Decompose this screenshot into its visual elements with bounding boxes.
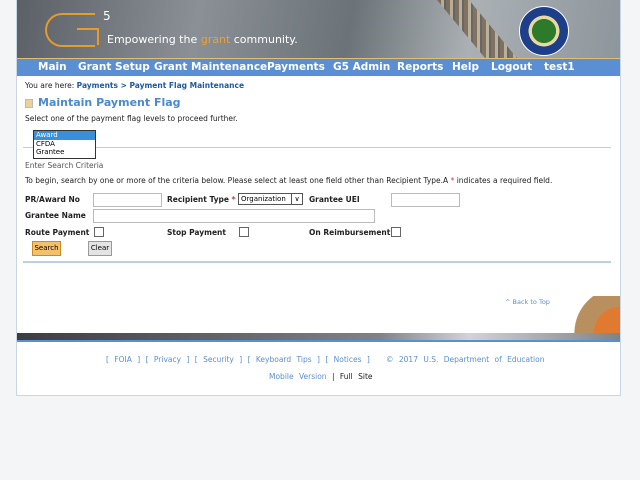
option-award[interactable]: Award [34, 131, 95, 140]
option-cfda[interactable]: CFDA [34, 140, 95, 149]
page-container: 5 Empowering the grant community. Main G… [16, 0, 621, 396]
recipient-type-label: Recipient Type * [167, 195, 236, 204]
route-payment-label: Route Payment [25, 228, 90, 237]
nav-main[interactable]: Main [38, 61, 67, 73]
instructions-text: To begin, search by one or more of the c… [25, 176, 449, 185]
recipient-type-value: Organization [241, 195, 286, 203]
clear-button[interactable]: Clear [88, 241, 112, 256]
recipient-type-text: Recipient Type [167, 195, 230, 204]
page-title-text: Maintain Payment Flag [38, 96, 181, 109]
nav-help[interactable]: Help [452, 61, 479, 73]
header-banner: 5 Empowering the grant community. [17, 0, 620, 58]
route-payment-checkbox[interactable] [94, 227, 104, 237]
instructions: To begin, search by one or more of the c… [25, 176, 552, 185]
recipient-type-select[interactable]: Organization ∨ [238, 193, 303, 205]
stop-payment-checkbox[interactable] [239, 227, 249, 237]
copyright: © 2017 U.S. Department of Education [386, 355, 545, 364]
classroom-image [567, 296, 620, 333]
required-mark: * [231, 195, 236, 204]
library-image [437, 0, 517, 58]
security-link[interactable]: Security [203, 355, 234, 364]
nav-g5-admin[interactable]: G5 Admin [333, 61, 390, 73]
breadcrumb-prefix: You are here: [25, 81, 75, 90]
flag-level-listbox[interactable]: Award CFDA Grantee [33, 130, 96, 159]
divider [23, 261, 611, 263]
back-to-top-link[interactable]: ^ Back to Top [505, 298, 550, 306]
full-site-text: Full Site [339, 372, 373, 381]
intro-text: Select one of the payment flag levels to… [25, 114, 238, 123]
nav-logout[interactable]: Logout [491, 61, 532, 73]
privacy-link[interactable]: Privacy [154, 355, 181, 364]
footer-band [17, 333, 620, 340]
section-label: Enter Search Criteria [25, 161, 104, 170]
grantee-name-label: Grantee Name [25, 211, 86, 220]
site-version: Mobile Version | Full Site [269, 372, 373, 381]
logo-superscript: 5 [103, 9, 111, 23]
grantee-name-input[interactable] [93, 209, 375, 223]
notices-link[interactable]: Notices [334, 355, 362, 364]
option-grantee[interactable]: Grantee [34, 148, 95, 157]
nav-grant-setup[interactable]: Grant Setup [78, 61, 150, 73]
nav-grant-maintenance[interactable]: Grant Maintenance [154, 61, 267, 73]
g5-logo-bar [77, 28, 99, 45]
pr-award-input[interactable] [93, 193, 162, 207]
mobile-version-link[interactable]: Mobile Version [269, 372, 327, 381]
grantee-uei-label: Grantee UEI [309, 195, 360, 204]
footer-line [17, 340, 620, 342]
pr-award-label: PR/Award No [25, 195, 80, 204]
breadcrumb: You are here: Payments > Payment Flag Ma… [25, 81, 244, 90]
breadcrumb-link[interactable]: Payments > Payment Flag Maintenance [77, 81, 244, 90]
footer-links: [ FOIA ] [ Privacy ] [ Security ] [ Keyb… [106, 355, 545, 364]
tagline-pre: Empowering the [107, 33, 201, 46]
foia-link[interactable]: FOIA [114, 355, 132, 364]
tagline-post: community. [230, 33, 298, 46]
nav-payments[interactable]: Payments [267, 61, 325, 73]
department-seal-icon [519, 6, 569, 56]
keyboard-tips-link[interactable]: Keyboard Tips [256, 355, 312, 364]
main-nav: Main Grant Setup Grant Maintenance Payme… [17, 58, 620, 76]
nav-user[interactable]: test1 [544, 61, 575, 73]
tagline: Empowering the grant community. [107, 33, 298, 46]
nav-reports[interactable]: Reports [397, 61, 443, 73]
on-reimbursement-checkbox[interactable] [391, 227, 401, 237]
search-button[interactable]: Search [32, 241, 61, 256]
instructions-end: indicates a required field. [456, 176, 553, 185]
grantee-uei-input[interactable] [391, 193, 460, 207]
divider [23, 147, 611, 148]
separator: | [331, 372, 335, 381]
tagline-accent: grant [200, 33, 231, 46]
chevron-down-icon[interactable]: ∨ [291, 194, 302, 204]
on-reimbursement-label: On Reimbursement [309, 228, 391, 237]
stop-payment-label: Stop Payment [167, 228, 226, 237]
required-mark: * [450, 176, 455, 185]
page-title: Maintain Payment Flag [25, 96, 181, 109]
page-icon [25, 98, 33, 108]
